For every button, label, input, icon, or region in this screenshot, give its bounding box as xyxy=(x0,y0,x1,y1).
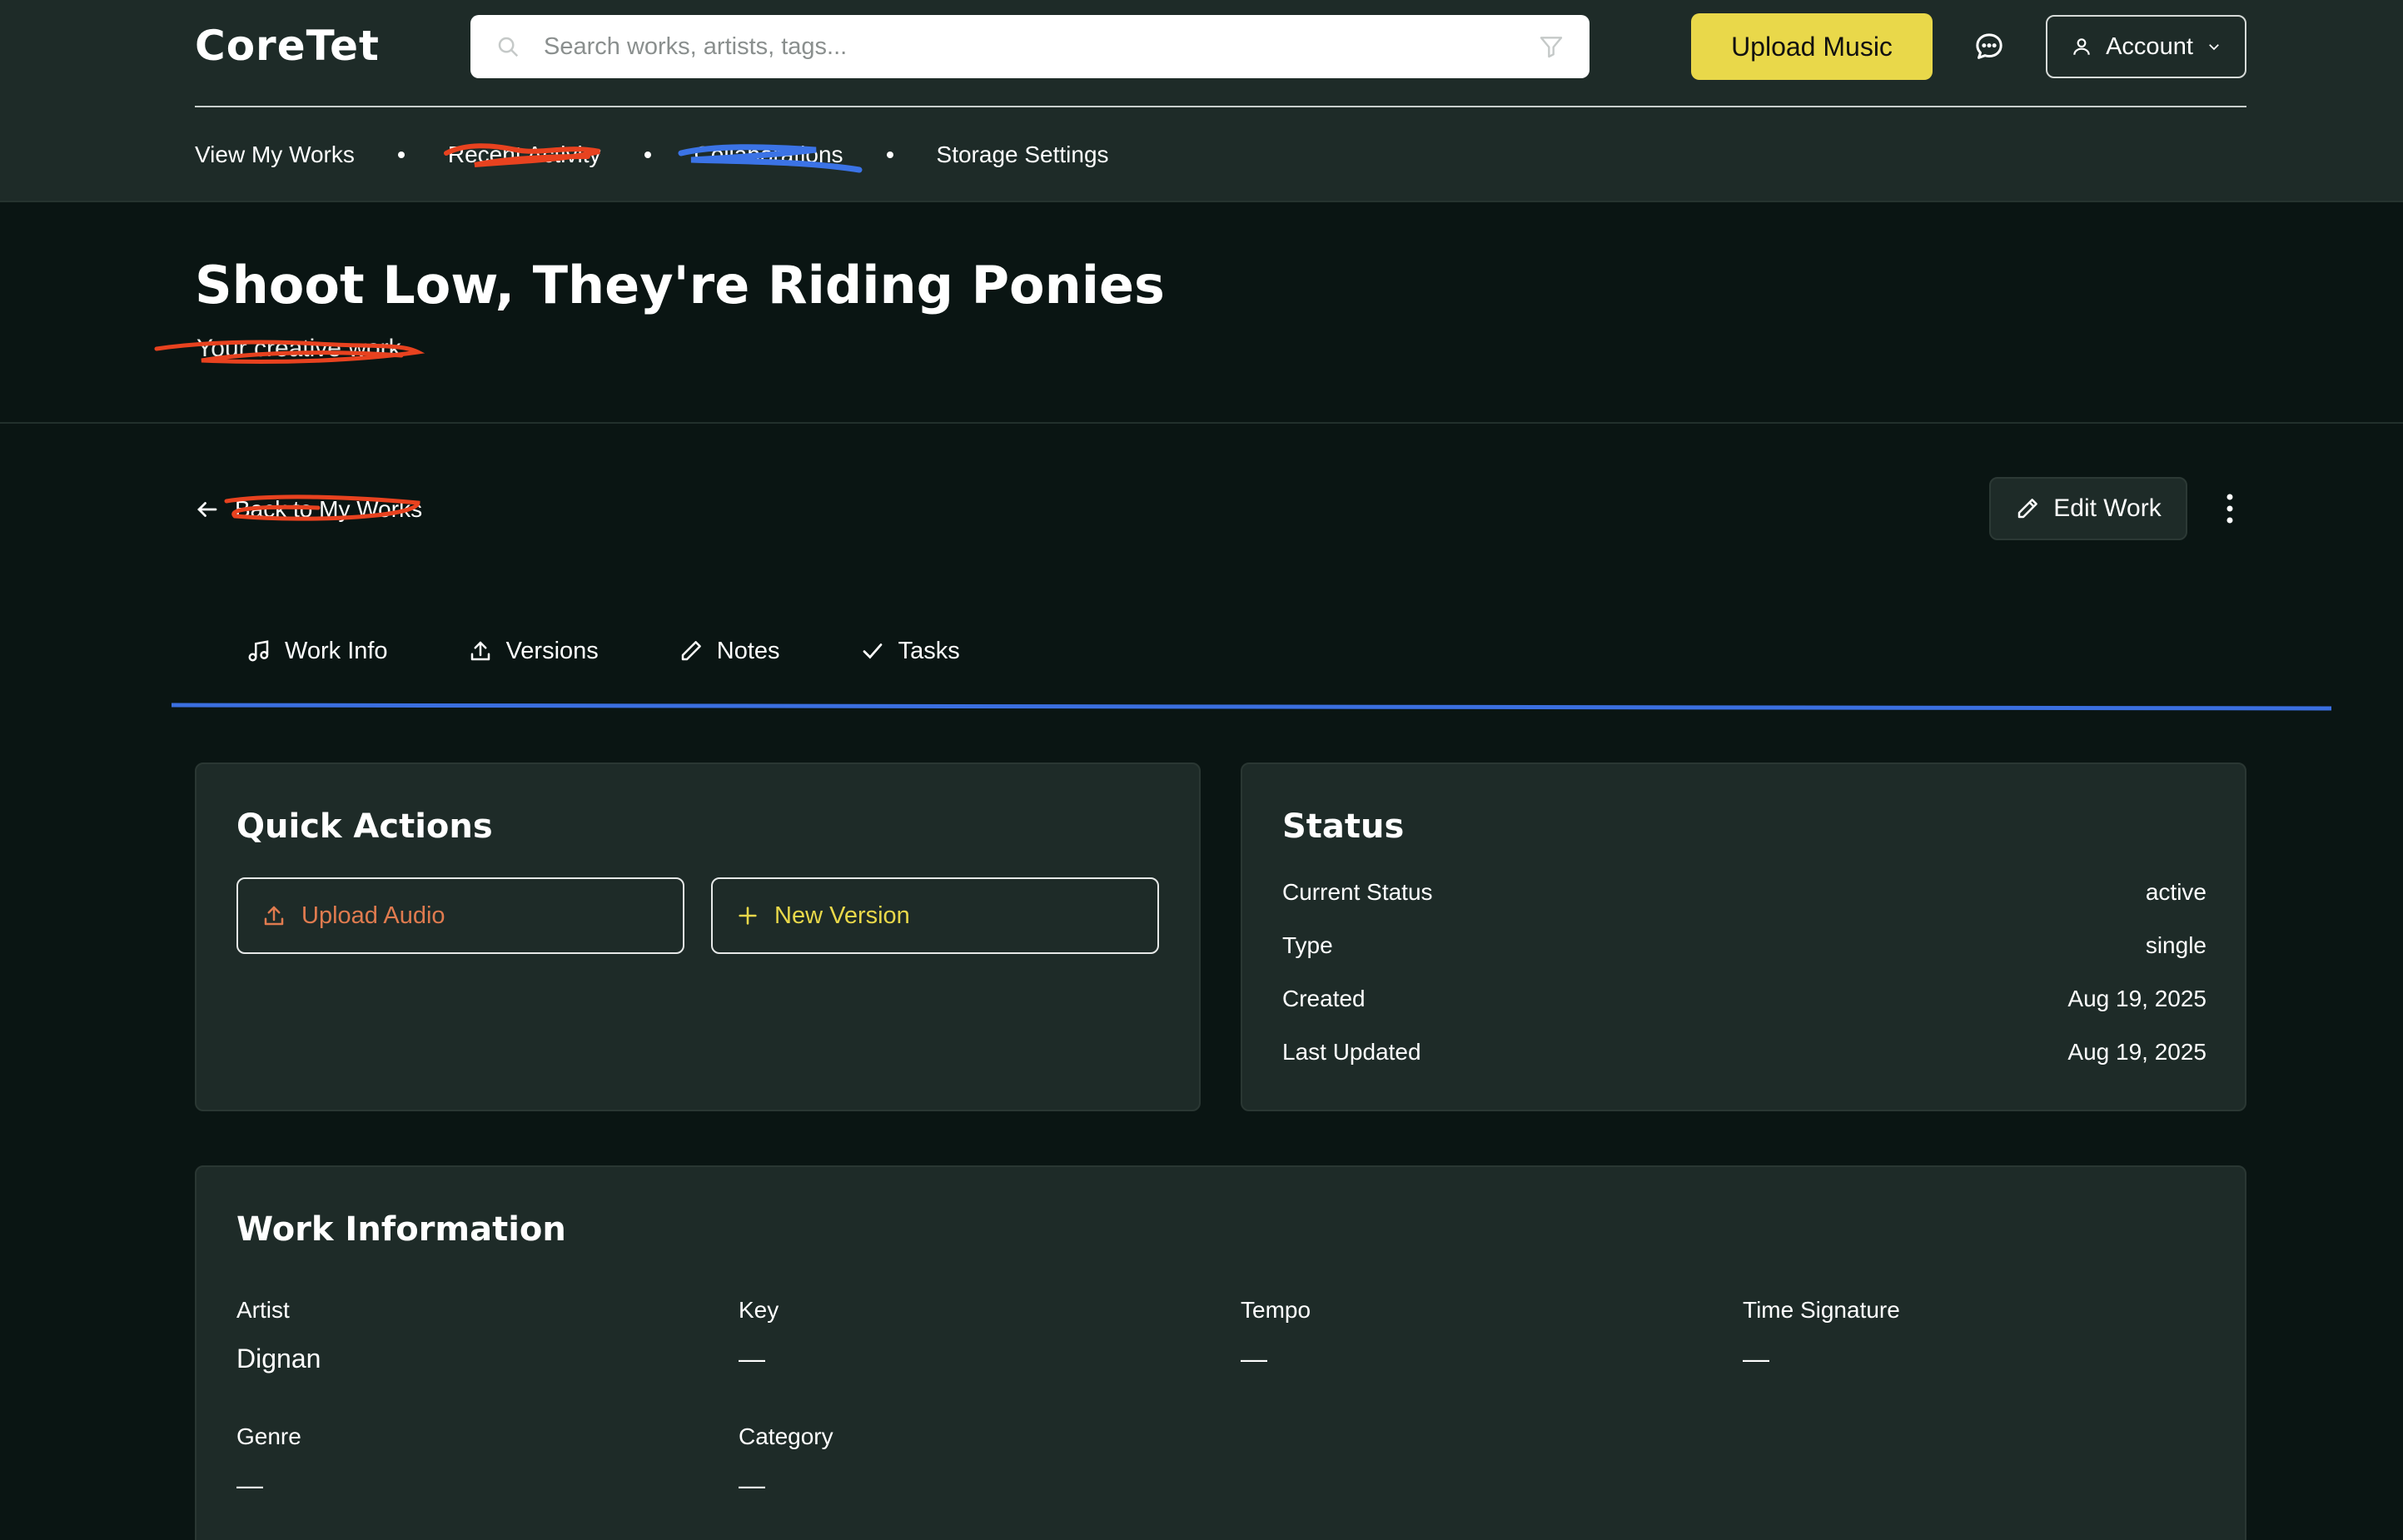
field-category: Category — xyxy=(739,1423,833,1501)
upload-music-button[interactable]: Upload Music xyxy=(1691,13,1933,80)
status-label: Type xyxy=(1282,932,1333,958)
field-value: Dignan xyxy=(236,1344,321,1374)
tab-label: Tasks xyxy=(898,637,960,664)
quick-actions-card: Quick Actions Upload Audio New Version xyxy=(195,763,1201,1111)
title-section: Shoot Low, They're Riding Ponies Your cr… xyxy=(0,202,2403,424)
tab-label: Versions xyxy=(505,637,599,664)
field-label: Key xyxy=(739,1297,779,1323)
check-icon xyxy=(863,643,882,659)
new-version-label: New Version xyxy=(774,902,910,929)
field-label: Time Signature xyxy=(1743,1297,1900,1323)
account-menu-button[interactable]: Account xyxy=(2046,15,2246,78)
status-label: Current Status xyxy=(1282,879,1433,905)
subnav-storage-settings[interactable]: Storage Settings xyxy=(937,142,1109,168)
field-label: Tempo xyxy=(1241,1297,1311,1323)
upload-audio-label: Upload Audio xyxy=(301,902,445,929)
more-options-icon[interactable] xyxy=(2219,492,2241,525)
tab-versions[interactable]: Versions xyxy=(468,638,599,665)
arrow-left-icon xyxy=(197,502,217,517)
search-input[interactable] xyxy=(544,32,1538,61)
upload-icon xyxy=(264,906,284,926)
field-label: Genre xyxy=(236,1423,301,1449)
work-tabs: Work Info Versions Notes Tasks xyxy=(246,633,1040,669)
status-label: Last Updated xyxy=(1282,1039,1421,1065)
upload-audio-button[interactable]: Upload Audio xyxy=(236,877,684,954)
status-row-last-updated: Last Updated Aug 19, 2025 xyxy=(1282,1039,2206,1066)
sub-navigation: View My Works Recent Activity Collaborat… xyxy=(195,138,1109,171)
field-artist: Artist Dignan xyxy=(236,1297,321,1374)
tab-tasks[interactable]: Tasks xyxy=(860,638,960,665)
subnav-collaborations[interactable]: Collaborations xyxy=(694,142,843,168)
field-value: — xyxy=(739,1344,765,1374)
subnav-separator xyxy=(397,152,405,158)
subnav-recent-activity[interactable]: Recent Activity xyxy=(448,142,601,168)
field-value: — xyxy=(739,1470,765,1500)
status-value: active xyxy=(2145,879,2206,905)
edit-work-label: Edit Work xyxy=(2053,494,2162,522)
field-value: — xyxy=(1743,1344,1769,1374)
top-header: CoreTet Upload Music Account View My Wor… xyxy=(0,0,2403,202)
user-icon xyxy=(2073,38,2090,55)
status-row-created: Created Aug 19, 2025 xyxy=(1282,986,2206,1012)
status-row-current-status: Current Status active xyxy=(1282,879,2206,906)
pencil-icon xyxy=(2018,499,2038,519)
back-link-label: Back to My Works xyxy=(235,496,423,522)
tab-label: Notes xyxy=(716,637,780,664)
account-label: Account xyxy=(2106,32,2193,60)
field-value: — xyxy=(1241,1344,1267,1374)
card-title: Status xyxy=(1282,807,1405,846)
work-information-card: Work Information Artist Dignan Key — Tem… xyxy=(195,1165,2246,1540)
field-time-signature: Time Signature — xyxy=(1743,1297,1900,1374)
music-note-icon xyxy=(248,640,269,662)
header-divider xyxy=(195,106,2246,107)
plus-icon xyxy=(739,907,757,925)
back-to-works-link[interactable]: Back to My Works xyxy=(195,489,422,529)
upload-icon xyxy=(470,641,490,661)
tab-work-info[interactable]: Work Info xyxy=(246,638,388,665)
pencil-icon xyxy=(681,641,701,661)
subnav-separator xyxy=(886,152,893,158)
field-label: Artist xyxy=(236,1297,290,1323)
field-tempo: Tempo — xyxy=(1241,1297,1311,1374)
status-value: Aug 19, 2025 xyxy=(2067,986,2206,1011)
app-logo[interactable]: CoreTet xyxy=(195,22,380,70)
tab-label: Work Info xyxy=(285,637,388,664)
card-title: Quick Actions xyxy=(236,807,493,846)
chevron-down-icon xyxy=(2209,44,2219,51)
card-title: Work Information xyxy=(236,1210,566,1249)
field-key: Key — xyxy=(739,1297,779,1374)
search-icon xyxy=(498,37,519,57)
page-title: Shoot Low, They're Riding Ponies xyxy=(195,255,1165,315)
new-version-button[interactable]: New Version xyxy=(711,877,1159,954)
status-value: single xyxy=(2145,932,2206,958)
filter-icon[interactable] xyxy=(1538,33,1565,60)
tab-notes[interactable]: Notes xyxy=(679,638,780,665)
tab-underline xyxy=(172,703,2331,711)
field-genre: Genre — xyxy=(236,1423,301,1501)
status-label: Created xyxy=(1282,986,1366,1011)
status-row-type: Type single xyxy=(1282,932,2206,959)
field-label: Category xyxy=(739,1423,833,1449)
field-value: — xyxy=(236,1470,263,1500)
subnav-view-my-works[interactable]: View My Works xyxy=(195,142,355,168)
status-card: Status Current Status active Type single… xyxy=(1241,763,2246,1111)
status-value: Aug 19, 2025 xyxy=(2067,1039,2206,1065)
chat-bubble-icon[interactable] xyxy=(1973,30,2006,63)
edit-work-button[interactable]: Edit Work xyxy=(1989,477,2187,540)
page-subtitle: Your creative work xyxy=(197,335,401,362)
search-bar[interactable] xyxy=(470,15,1590,78)
subnav-separator xyxy=(644,152,651,158)
